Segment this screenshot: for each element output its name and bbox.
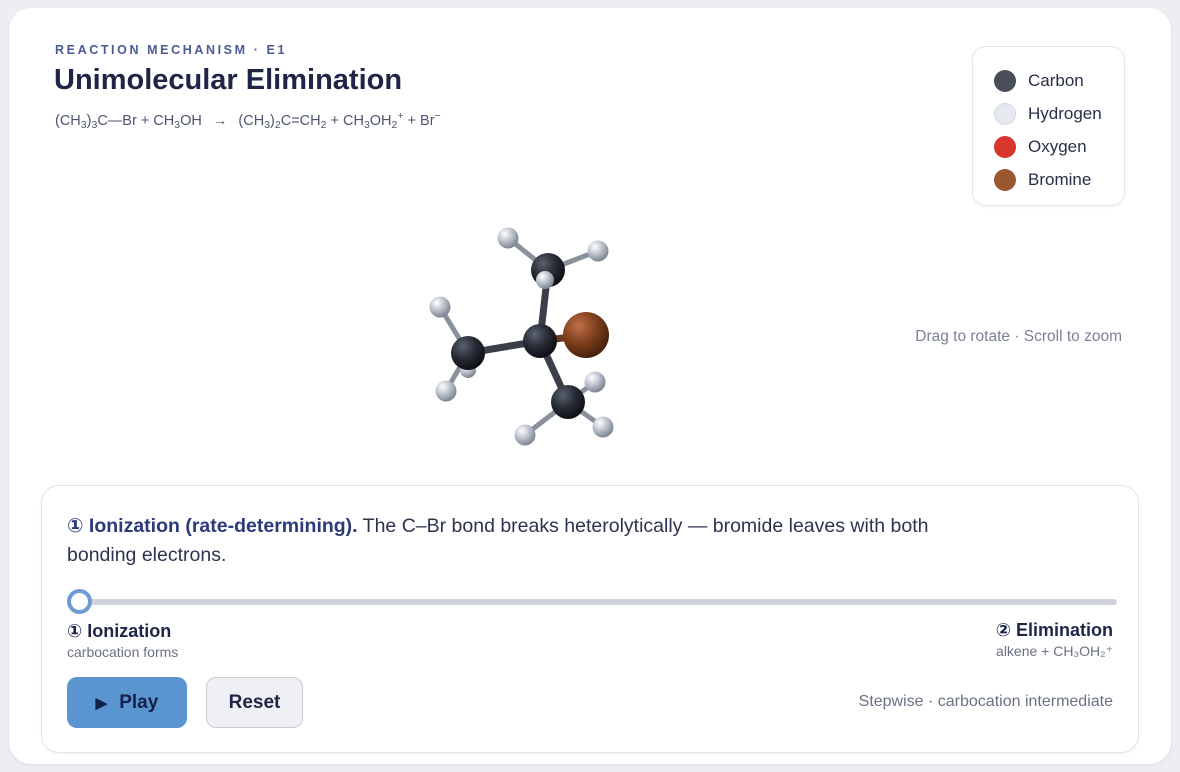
progress-slider[interactable]	[79, 599, 1117, 605]
mechanism-note: Stepwise · carbocation intermediate	[858, 693, 1113, 710]
reset-button[interactable]: Reset	[206, 677, 303, 728]
stop-subtitle: alkene + CH₃OH₂⁺	[996, 643, 1113, 659]
hydrogen-atom	[497, 227, 519, 249]
step-panel: ① Ionization (rate-determining). The C–B…	[41, 485, 1139, 753]
hydrogen-atom	[429, 296, 451, 318]
play-icon: ▶	[95, 694, 108, 712]
stop-elimination[interactable]: ② Elimination alkene + CH₃OH₂⁺	[996, 620, 1113, 660]
play-button[interactable]: ▶ Play	[67, 677, 187, 728]
stop-title: ② Elimination	[995, 620, 1113, 640]
hydrogen-atom	[584, 371, 606, 393]
hydrogen-atom	[587, 240, 609, 262]
step-description: ① Ionization (rate-determining). The C–B…	[67, 512, 997, 570]
hydrogen-atom	[514, 424, 536, 446]
hydrogen-atom	[592, 416, 614, 438]
play-label: Play	[119, 691, 159, 713]
hydrogen-atom	[435, 380, 457, 402]
carbon-atom	[551, 385, 585, 419]
slider-thumb[interactable]	[66, 589, 92, 614]
stop-subtitle: carbocation forms	[67, 644, 179, 660]
molecule-viewer[interactable]	[9, 8, 1171, 478]
stop-title: ① Ionization	[67, 621, 172, 641]
central-carbon-atom	[523, 324, 557, 358]
carbon-atom	[451, 336, 485, 370]
viewer-hint: Drag to rotate · Scroll to zoom	[915, 328, 1122, 345]
molecule-model	[429, 227, 614, 446]
stop-ionization[interactable]: ① Ionization carbocation forms	[67, 621, 178, 660]
step-title: ① Ionization (rate-determining).	[67, 515, 358, 537]
mechanism-card: REACTION MECHANISM · E1 Unimolecular Eli…	[9, 8, 1171, 764]
bromine-atom	[563, 312, 609, 358]
hydrogen-atom	[536, 271, 554, 289]
